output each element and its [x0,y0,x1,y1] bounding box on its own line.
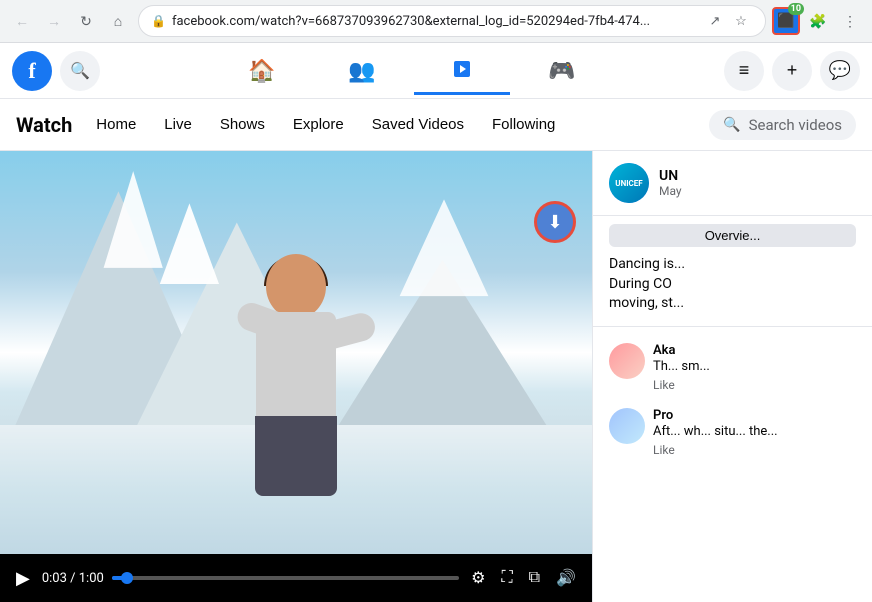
child-figure [206,254,386,534]
nav-friends-button[interactable]: 👥 [314,47,410,95]
watch-saved-button[interactable]: Saved Videos [360,110,476,139]
back-button[interactable]: ← [8,7,36,35]
video-thumbnail [0,151,592,554]
time-separator: / [70,571,79,586]
watch-following-button[interactable]: Following [480,110,567,139]
video-controls: ▶ 0:03 / 1:00 ⚙ ⛶ ⧉ 🔊 [0,554,592,602]
description-line-3: moving, st... [609,294,856,314]
more-options-icon[interactable]: ⋮ [836,7,864,35]
watch-title: Watch [16,113,72,137]
browser-nav-buttons: ← → ↻ ⌂ [8,7,132,35]
comment-like-1[interactable]: Like [653,378,856,392]
current-time: 0:03 [42,571,67,586]
lock-icon: 🔒 [151,14,166,28]
share-icon[interactable]: ↗ [703,9,727,33]
fullscreen-button[interactable]: ⛶ [497,565,516,591]
video-area: ⬇ ▶ 0:03 / 1:00 ⚙ ⛶ ⧉ 🔊 [0,151,592,602]
progress-dot [121,572,133,584]
browser-actions: ⬛ 10 🧩 ⋮ [772,7,864,35]
total-time: 1:00 [79,571,104,586]
watch-home-button[interactable]: Home [84,110,148,139]
channel-name: UN [659,168,856,184]
comment-item-2: Pro Aft... wh... situ... the... Like [593,400,872,465]
refresh-button[interactable]: ↻ [72,7,100,35]
comment-name-2: Pro [653,408,856,423]
channel-date: May [659,184,856,198]
comment-like-2[interactable]: Like [653,443,856,457]
progress-fill [112,576,129,580]
address-text: facebook.com/watch?v=668737093962730&ext… [172,14,697,29]
play-button[interactable]: ▶ [12,564,34,593]
nav-gaming-button[interactable]: 🎮 [514,47,610,95]
nav-home-button[interactable]: 🏠 [214,47,310,95]
channel-text: UN May [659,168,856,198]
search-icon: 🔍 [723,117,740,133]
time-display: 0:03 / 1:00 [42,571,104,586]
extension-button[interactable]: ⬛ 10 [772,7,800,35]
right-sidebar: UNICEF UN May Overvie... Dancing is... D… [592,151,872,602]
facebook-logo[interactable]: f [12,51,52,91]
download-button[interactable]: ⬇ [534,201,576,243]
channel-info: UNICEF UN May [593,151,872,216]
video-container[interactable]: ⬇ [0,151,592,554]
facebook-app: f 🔍 🏠 👥 🎮 ≡ + 💬 Watch Home Live Shows Ex… [0,43,872,602]
extension-badge: 10 [788,3,804,15]
star-icon[interactable]: ☆ [729,9,753,33]
address-bar[interactable]: 🔒 facebook.com/watch?v=668737093962730&e… [138,5,766,37]
address-bar-actions: ↗ ☆ [703,9,753,33]
comment-name-1: Aka [653,343,856,358]
description-area: Dancing is... During CO moving, st... [593,255,872,327]
top-navigation: f 🔍 🏠 👥 🎮 ≡ + 💬 [0,43,872,99]
extensions-icon[interactable]: 🧩 [804,7,832,35]
messenger-button[interactable]: 💬 [820,51,860,91]
watch-bar: Watch Home Live Shows Explore Saved Vide… [0,99,872,151]
child-pants [255,416,337,496]
nav-center: 🏠 👥 🎮 [100,47,724,95]
channel-avatar: UNICEF [609,163,649,203]
description-line-1: Dancing is... [609,255,856,275]
watch-shows-button[interactable]: Shows [208,110,277,139]
progress-bar[interactable] [112,576,459,580]
comment-body-2: Pro Aft... wh... situ... the... Like [653,408,856,457]
avatar-inner: UNICEF [609,163,649,203]
home-button[interactable]: ⌂ [104,7,132,35]
pip-button[interactable]: ⧉ [525,565,544,591]
child-head [266,254,326,319]
watch-live-button[interactable]: Live [152,110,204,139]
comment-item: Aka Th... sm... Like [593,335,872,400]
comment-text-1: Th... sm... [653,358,856,376]
overview-button[interactable]: Overvie... [609,224,856,247]
main-content: ⬇ ▶ 0:03 / 1:00 ⚙ ⛶ ⧉ 🔊 [0,151,872,602]
download-icon: ⬇ [547,212,562,233]
child-body [256,312,336,422]
nav-watch-button[interactable] [414,47,510,95]
search-text: Search videos [749,116,842,134]
search-button[interactable]: 🔍 [60,51,100,91]
comment-body-1: Aka Th... sm... Like [653,343,856,392]
nav-right: ≡ + 💬 [724,51,860,91]
comments-area: Aka Th... sm... Like Pro Aft... wh... si… [593,327,872,602]
description-line-2: During CO [609,275,856,295]
comment-text-2: Aft... wh... situ... the... [653,423,856,441]
forward-button[interactable]: → [40,7,68,35]
unicef-logo: UNICEF [615,179,642,188]
browser-chrome: ← → ↻ ⌂ 🔒 facebook.com/watch?v=668737093… [0,0,872,43]
menu-button[interactable]: ≡ [724,51,764,91]
volume-button[interactable]: 🔊 [552,564,580,592]
add-button[interactable]: + [772,51,812,91]
watch-search[interactable]: 🔍 Search videos [709,110,856,140]
comment-avatar-1 [609,343,645,379]
settings-button[interactable]: ⚙ [467,564,489,592]
watch-explore-button[interactable]: Explore [281,110,356,139]
comment-avatar-2 [609,408,645,444]
extension-icon: ⬛ [777,13,794,29]
